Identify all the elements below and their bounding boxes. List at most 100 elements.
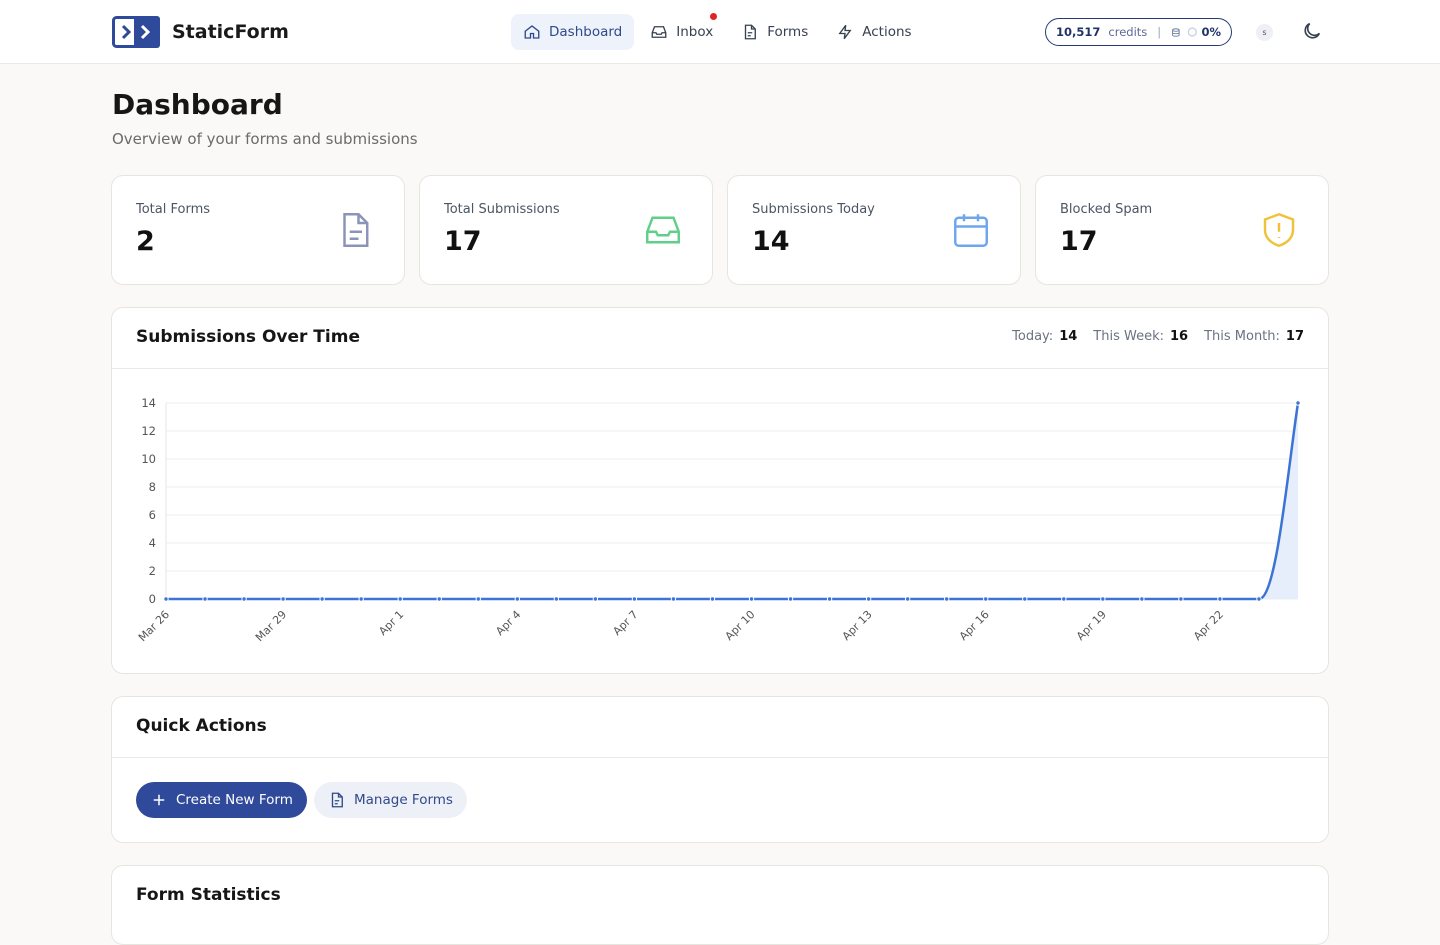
file-icon bbox=[331, 792, 343, 808]
stat-value: 17 bbox=[1060, 226, 1098, 257]
brand-logo-link[interactable]: StaticForm bbox=[112, 16, 289, 48]
y-tick-label: 8 bbox=[149, 480, 156, 494]
data-point bbox=[358, 596, 364, 602]
data-point bbox=[787, 596, 794, 602]
data-point bbox=[1295, 400, 1301, 406]
brand-name: StaticForm bbox=[172, 21, 289, 43]
x-tick-label: Apr 16 bbox=[957, 608, 992, 643]
data-point bbox=[475, 596, 481, 602]
x-tick-label: Apr 4 bbox=[493, 608, 523, 638]
x-tick-label: Apr 10 bbox=[723, 608, 758, 643]
stat-card-submissions-today: Submissions Today 14 bbox=[727, 175, 1021, 285]
data-point bbox=[631, 596, 638, 602]
summary-today-value: 14 bbox=[1059, 329, 1078, 344]
series-line bbox=[165, 402, 1300, 601]
usage-ring-icon bbox=[1187, 27, 1197, 37]
nav-forms[interactable]: Forms bbox=[729, 14, 820, 50]
data-point bbox=[826, 596, 833, 602]
inbox-icon bbox=[651, 26, 667, 38]
create-new-form-button[interactable]: Create New Form bbox=[136, 782, 307, 818]
user-avatar[interactable]: s bbox=[1256, 24, 1273, 41]
data-point bbox=[865, 596, 872, 602]
y-tick-label: 2 bbox=[149, 564, 156, 578]
credits-pill[interactable]: 10,517 credits | 0% bbox=[1045, 18, 1232, 46]
moon-icon[interactable] bbox=[1301, 20, 1323, 42]
home-icon bbox=[524, 25, 540, 39]
stat-card-total-forms: Total Forms 2 bbox=[111, 175, 405, 285]
x-tick-label: Apr 7 bbox=[610, 608, 640, 638]
x-tick-label: Mar 26 bbox=[136, 608, 172, 644]
stat-label: Total Forms bbox=[136, 202, 211, 217]
summary-week-value: 16 bbox=[1169, 329, 1189, 344]
credits-amount: 10,517 bbox=[1056, 25, 1101, 39]
x-tick-label: Apr 1 bbox=[376, 608, 406, 638]
data-point bbox=[1178, 596, 1184, 602]
submission-summary: Today: 14 This Week: 16 This Month: 17 bbox=[1012, 329, 1304, 344]
y-tick-label: 6 bbox=[149, 508, 156, 522]
panel-header: Submissions Over Time Today: 14 This Wee… bbox=[112, 308, 1328, 369]
panel-title: Submissions Over Time bbox=[136, 327, 360, 347]
series-area bbox=[166, 403, 1298, 599]
data-point bbox=[1256, 596, 1262, 602]
panel-title: Form Statistics bbox=[136, 885, 281, 905]
nav-label: Forms bbox=[767, 24, 809, 40]
coins-icon bbox=[1172, 27, 1180, 37]
nav-label: Actions bbox=[862, 24, 912, 40]
stat-label: Total Submissions bbox=[444, 202, 560, 217]
staticform-logo-icon bbox=[112, 16, 160, 48]
y-tick-label: 10 bbox=[141, 452, 156, 466]
data-point bbox=[553, 596, 560, 602]
summary-today-key: Today: bbox=[1012, 329, 1054, 344]
data-point bbox=[1022, 596, 1028, 602]
x-tick-label: Apr 13 bbox=[840, 608, 875, 643]
stat-label: Submissions Today bbox=[752, 202, 875, 217]
shield-alert-icon bbox=[1263, 212, 1295, 248]
credits-label: credits bbox=[1108, 25, 1148, 39]
stat-value: 2 bbox=[136, 226, 155, 257]
divider: | bbox=[1157, 25, 1162, 39]
data-point bbox=[397, 596, 403, 602]
data-point bbox=[592, 596, 599, 602]
submissions-chart-panel: Submissions Over Time Today: 14 This Wee… bbox=[111, 307, 1329, 674]
stat-label: Blocked Spam bbox=[1060, 202, 1153, 217]
x-tick-label: Apr 19 bbox=[1074, 608, 1109, 643]
nav-actions[interactable]: Actions bbox=[824, 14, 923, 50]
data-point bbox=[1100, 596, 1106, 602]
inbox-tray-icon bbox=[646, 216, 680, 244]
calendar-icon bbox=[954, 214, 988, 247]
data-point bbox=[1139, 596, 1145, 602]
data-point bbox=[983, 596, 989, 602]
stat-value: 14 bbox=[752, 226, 790, 257]
y-tick-label: 12 bbox=[141, 424, 156, 438]
top-navbar: StaticForm Dashboard Inbox Forms Actions… bbox=[0, 0, 1440, 64]
submissions-line-chart[interactable]: 0 2 4 6 8 10 12 14 Mar 26 Mar 29 Apr 1 Apr 4 Apr 7 Ap… bbox=[112, 370, 1328, 670]
data-point bbox=[709, 596, 716, 602]
panel-header: Quick Actions bbox=[112, 697, 1328, 758]
data-point bbox=[319, 596, 325, 602]
nav-label: Inbox bbox=[676, 24, 714, 40]
nav-label: Dashboard bbox=[549, 24, 623, 40]
summary-month-key: This Month: bbox=[1204, 329, 1280, 344]
data-point bbox=[670, 596, 677, 602]
usage-percent: 0% bbox=[1201, 25, 1221, 39]
page-subtitle: Overview of your forms and submissions bbox=[112, 130, 418, 148]
form-statistics-panel: Form Statistics bbox=[111, 865, 1329, 945]
data-point bbox=[202, 596, 208, 602]
plus-icon bbox=[153, 794, 165, 806]
nav-dashboard[interactable]: Dashboard bbox=[511, 14, 635, 50]
manage-forms-button[interactable]: Manage Forms bbox=[314, 782, 467, 818]
data-point bbox=[1061, 596, 1067, 602]
y-tick-label: 0 bbox=[149, 592, 156, 606]
y-tick-label: 14 bbox=[141, 396, 156, 410]
data-point bbox=[163, 596, 169, 602]
page-title: Dashboard bbox=[112, 88, 283, 121]
file-icon bbox=[745, 24, 757, 40]
stat-card-total-submissions: Total Submissions 17 bbox=[419, 175, 713, 285]
x-tick-label: Apr 22 bbox=[1191, 608, 1226, 643]
nav-inbox[interactable]: Inbox bbox=[638, 13, 725, 50]
summary-week-key: This Week: bbox=[1093, 329, 1164, 344]
bolt-icon bbox=[838, 24, 852, 40]
data-point bbox=[1217, 596, 1223, 602]
quick-actions-panel: Quick Actions Create New Form Manage For… bbox=[111, 696, 1329, 843]
data-point bbox=[436, 596, 442, 602]
